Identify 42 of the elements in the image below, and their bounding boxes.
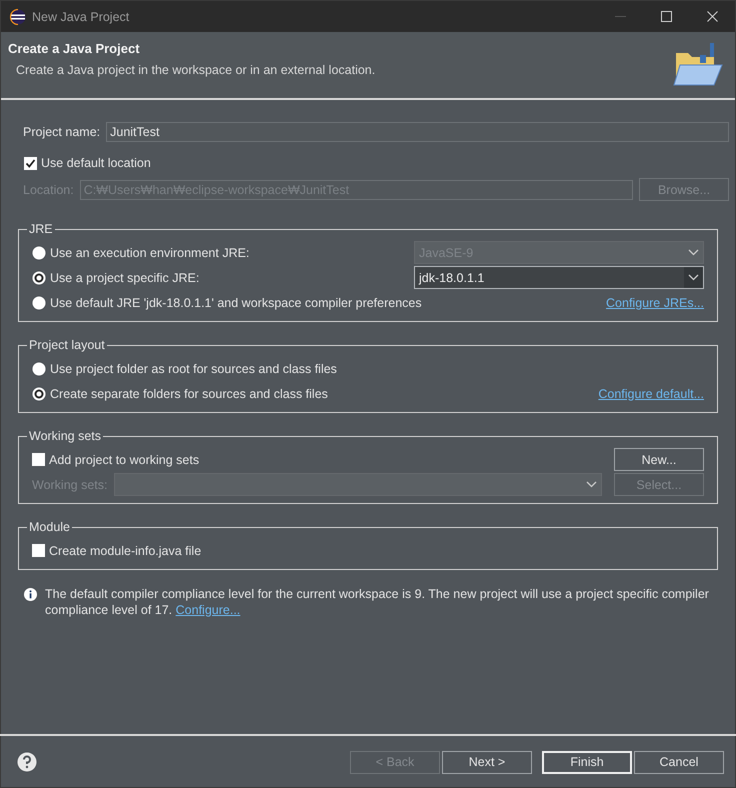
- radio-button[interactable]: [32, 296, 46, 310]
- dialog-button[interactable]: Next >: [442, 750, 532, 774]
- project-name-field[interactable]: JunitTest: [106, 122, 729, 142]
- group-title: Module: [29, 520, 70, 534]
- chevron-down-icon: [688, 274, 699, 281]
- page-title: Create a Java Project: [8, 41, 141, 56]
- info-message: The default compiler compliance level for the current workspace is 9. The new project will use a project specific compiler compliance level of 17. Configure...: [45, 586, 710, 618]
- help-icon[interactable]: [17, 752, 37, 772]
- dropdown[interactable]: jdk-18.0.1.1: [414, 266, 704, 289]
- option-label: Create separate folders for sources and class files: [50, 386, 328, 400]
- group-title: Working sets: [29, 429, 102, 443]
- option-label: Use default location: [41, 156, 151, 170]
- maximize-icon[interactable]: [660, 11, 672, 22]
- chevron-down-icon: [586, 481, 597, 488]
- action-button[interactable]: New...: [614, 448, 704, 471]
- option-label: Use default JRE 'jdk-18.0.1.1' and workspace compiler preferences: [50, 296, 422, 310]
- checkbox[interactable]: [32, 544, 45, 557]
- app-icon: [10, 8, 26, 24]
- configure-link[interactable]: Configure...: [176, 603, 240, 617]
- option-label: Create module-info.java file: [49, 544, 202, 558]
- group-title: JRE: [29, 222, 53, 236]
- radio-button[interactable]: [32, 246, 46, 260]
- radio-button[interactable]: [32, 270, 46, 284]
- radio-button[interactable]: [32, 362, 46, 376]
- configure-link[interactable]: Configure JREs...: [606, 296, 704, 310]
- configure-link[interactable]: Configure default...: [598, 386, 704, 400]
- checkbox[interactable]: [24, 156, 37, 170]
- dialog-button[interactable]: Finish: [542, 750, 632, 774]
- field-label: Project name:: [23, 125, 100, 139]
- option-label: Use a project specific JRE:: [50, 270, 200, 284]
- window-title: New Java Project: [32, 10, 130, 24]
- close-icon[interactable]: [706, 11, 718, 22]
- info-icon: [24, 588, 37, 601]
- radio-button[interactable]: [32, 386, 46, 400]
- chevron-down-icon: [688, 249, 699, 256]
- page-description: Create a Java project in the workspace or in an external location.: [16, 63, 376, 77]
- option-label: Use an execution environment JRE:: [50, 246, 250, 260]
- checkbox[interactable]: [32, 453, 45, 466]
- option-label: Use project folder as root for sources and class files: [50, 362, 337, 376]
- dialog-button[interactable]: Cancel: [634, 750, 724, 774]
- option-label: Add project to working sets: [49, 452, 200, 466]
- group-title: Project layout: [29, 338, 105, 352]
